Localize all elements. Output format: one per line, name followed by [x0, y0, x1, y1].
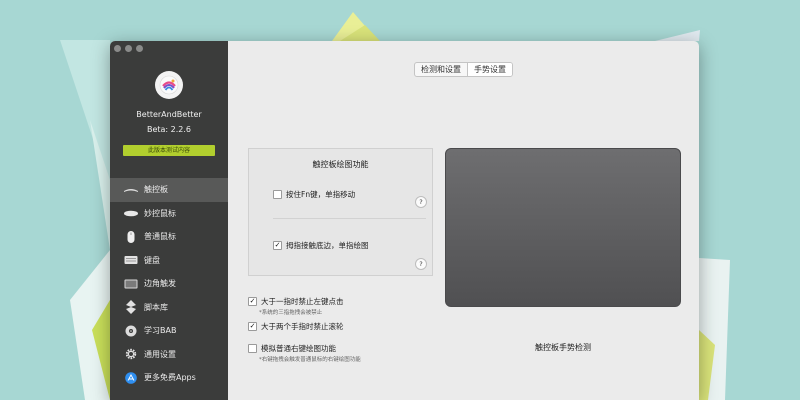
sidebar-item-label: 触控板 [144, 185, 168, 195]
keyboard-icon [123, 253, 139, 267]
minimize-window-button[interactable] [125, 45, 132, 52]
sidebar-item-scripts[interactable]: 脚本库 [110, 296, 228, 320]
sidebar-item-magic-mouse[interactable]: 妙控鼠标 [110, 202, 228, 226]
right-click-draw-checkbox[interactable] [248, 344, 257, 353]
app-store-icon [123, 371, 139, 385]
app-logo [155, 71, 183, 99]
app-name: BetterAndBetter [136, 110, 202, 119]
fn-move-label: 按住Fn键，单指移动 [286, 190, 356, 199]
sidebar-item-label: 妙控鼠标 [144, 208, 176, 218]
app-logo-icon [159, 75, 179, 95]
disable-scroll-option[interactable]: ✓ 大于两个手指时禁止滚轮 [248, 321, 344, 332]
disable-scroll-checkbox[interactable]: ✓ [248, 322, 257, 331]
panel-divider [273, 218, 426, 219]
magic-mouse-icon [123, 206, 139, 220]
hot-corner-icon [123, 277, 139, 291]
tab-detection-settings[interactable]: 检测和设置 [415, 63, 467, 76]
sidebar-item-label: 脚本库 [144, 302, 168, 312]
disable-left-click-label: 大于一指时禁止左键点击 [261, 297, 344, 306]
trackpad-gesture-area[interactable] [445, 148, 681, 307]
sidebar-item-label: 通用设置 [144, 349, 176, 359]
beta-notice-badge[interactable]: 此版本测试内容 [123, 145, 215, 156]
right-click-draw-option[interactable]: 模拟普通右键绘图功能 *右键拖拽会触发普通鼠标的右键绘图功能 [248, 343, 361, 363]
main-content: 检测和设置 手势设置 触控板绘图功能 按住Fn键，单指移动 ? ✓ 拇指接触底边… [228, 41, 699, 400]
sidebar-item-general-settings[interactable]: 通用设置 [110, 343, 228, 367]
sidebar-item-keyboard[interactable]: 键盘 [110, 249, 228, 273]
sidebar-item-label: 更多免费Apps [144, 373, 196, 383]
panel-title: 触控板绘图功能 [312, 160, 369, 169]
disable-left-click-option[interactable]: ✓ 大于一指时禁止左键点击 *系统的三指拖拽会被禁止 [248, 296, 344, 316]
sidebar-item-label: 学习BAB [144, 326, 177, 336]
fn-move-checkbox[interactable] [273, 190, 282, 199]
tab-gesture-settings[interactable]: 手势设置 [467, 63, 512, 76]
thumb-draw-label: 拇指接触底边，单指绘图 [286, 241, 369, 250]
zoom-window-button[interactable] [136, 45, 143, 52]
thumb-draw-help-button[interactable]: ? [415, 258, 427, 270]
mouse-icon [123, 230, 139, 244]
right-click-draw-label: 模拟普通右键绘图功能 [261, 344, 336, 353]
right-click-draw-note: *右键拖拽会触发普通鼠标的右键绘图功能 [259, 357, 361, 363]
sidebar-item-label: 边角触发 [144, 279, 176, 289]
fn-move-help-button[interactable]: ? [415, 196, 427, 208]
gear-icon [123, 347, 139, 361]
sidebar-item-learn[interactable]: 学习BAB [110, 319, 228, 343]
sidebar-item-mouse[interactable]: 普通鼠标 [110, 225, 228, 249]
disable-left-click-checkbox[interactable]: ✓ [248, 297, 257, 306]
sidebar-item-label: 普通鼠标 [144, 232, 176, 242]
trackpad-icon [123, 183, 139, 197]
disable-scroll-label: 大于两个手指时禁止滚轮 [261, 322, 344, 331]
segmented-tabs: 检测和设置 手势设置 [414, 62, 513, 77]
sidebar: BetterAndBetter Beta: 2.2.6 此版本测试内容 触控板 … [110, 41, 228, 400]
sidebar-item-label: 键盘 [144, 255, 160, 265]
window-controls [114, 45, 143, 52]
sidebar-nav: 触控板 妙控鼠标 普通鼠标 键盘 边角触发 脚本库 学习BAB 通用设置 更多免… [110, 178, 228, 390]
thumb-draw-option[interactable]: ✓ 拇指接触底边，单指绘图 [273, 240, 369, 251]
fn-move-option[interactable]: 按住Fn键，单指移动 [273, 189, 355, 200]
script-icon [123, 300, 139, 315]
sidebar-item-trackpad[interactable]: 触控板 [110, 178, 228, 202]
app-version: Beta: 2.2.6 [146, 125, 192, 134]
close-window-button[interactable] [114, 45, 121, 52]
trackpad-gesture-label: 触控板手势检测 [535, 343, 591, 352]
disable-left-click-note: *系统的三指拖拽会被禁止 [259, 310, 323, 316]
sidebar-item-hot-corners[interactable]: 边角触发 [110, 272, 228, 296]
learn-icon [123, 324, 139, 338]
app-window: BetterAndBetter Beta: 2.2.6 此版本测试内容 触控板 … [110, 41, 699, 400]
trackpad-drawing-panel: 触控板绘图功能 按住Fn键，单指移动 ? ✓ 拇指接触底边，单指绘图 ? [248, 148, 433, 276]
thumb-draw-checkbox[interactable]: ✓ [273, 241, 282, 250]
sidebar-item-more-apps[interactable]: 更多免费Apps [110, 366, 228, 390]
